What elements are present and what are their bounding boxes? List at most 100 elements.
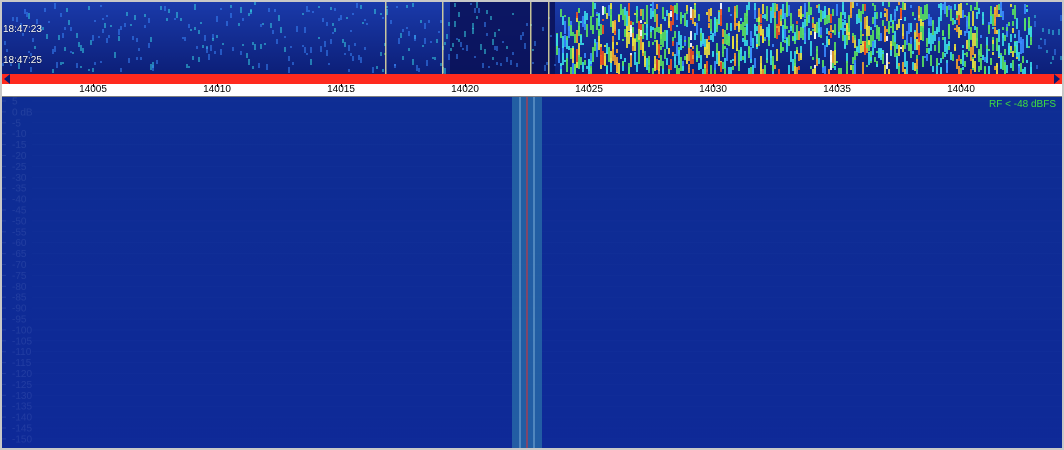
waterfall-cell [206,47,208,53]
waterfall-cell [454,21,456,27]
waterfall-cell [288,56,290,61]
waterfall-cell [800,27,802,38]
waterfall-cell [706,12,708,15]
waterfall-cell [758,33,760,46]
waterfall-cell [456,54,458,59]
waterfall-cell [658,60,660,71]
frequency-axis[interactable]: 14005 14010 14015 14020 14025 14030 1403… [2,84,1062,97]
waterfall-cell [992,14,994,26]
waterfall-cell [524,43,526,49]
waterfall-cell [670,21,672,31]
waterfall-cell [960,30,962,35]
waterfall-cell [784,40,786,43]
waterfall-cell [930,46,932,51]
waterfall-cell [900,47,902,49]
waterfall-cell [796,67,798,74]
waterfall-cell [762,15,764,18]
waterfall-cell [916,59,918,69]
waterfall-cell [64,27,66,30]
scroll-left-arrow-icon[interactable] [4,74,10,84]
waterfall-cell [62,62,64,64]
waterfall-cell [838,20,840,34]
waterfall-cell [448,54,450,60]
waterfall-cell [566,58,568,72]
waterfall-cell [262,23,264,25]
waterfall-cell [838,32,840,38]
waterfall-display[interactable]: 18:47:23 18:47:25 [2,2,1062,74]
waterfall-cell [958,55,960,61]
waterfall-cell [1010,34,1012,42]
waterfall-cell [304,47,306,53]
waterfall-cell [776,26,778,28]
waterfall-cell [796,21,798,24]
waterfall-cell [940,58,942,63]
waterfall-cell [216,16,218,22]
waterfall-cell [960,3,962,18]
spectrum-canvas: 50 dB-5-10-15-20-25-30-35-40-45-50-55-60… [2,97,1062,448]
waterfall-cell [914,30,916,32]
waterfall-cell [428,20,430,23]
waterfall-cell [406,27,408,29]
waterfall-cell [1008,46,1010,55]
waterfall-cell [680,35,682,40]
waterfall-cell [942,4,944,10]
waterfall-cell [1034,15,1036,18]
waterfall-cell [964,31,966,36]
scroll-right-arrow-icon[interactable] [1054,74,1060,84]
waterfall-cell [542,27,544,31]
waterfall-cell [722,52,724,57]
waterfall-cell [618,63,620,74]
waterfall-cell [666,10,668,16]
waterfall-cell [642,42,644,53]
waterfall-cell [634,52,636,54]
waterfall-cell [682,46,684,48]
waterfall-cell [412,3,414,7]
waterfall-cell [582,62,584,69]
waterfall-cell [1006,27,1008,31]
waterfall-cell [302,45,304,47]
waterfall-cell [816,5,818,8]
waterfall-cell [550,35,552,37]
waterfall-cell [360,5,362,9]
waterfall-cell [880,12,882,18]
waterfall-cell [280,27,282,33]
waterfall-cell [734,12,736,27]
waterfall-cell [306,53,308,55]
waterfall-cell [402,29,404,32]
waterfall-cell [742,38,744,42]
frequency-scroll-bar[interactable] [2,74,1062,84]
waterfall-cell [870,57,872,61]
waterfall-cell [954,4,956,10]
waterfall-cell [782,4,784,19]
waterfall-cell [902,2,904,10]
waterfall-cell [756,18,758,22]
waterfall-cell [612,49,614,57]
waterfall-cell [902,62,904,72]
waterfall-cell [720,62,722,72]
waterfall-cell [738,24,740,29]
waterfall-cell [870,27,872,30]
waterfall-cell [634,53,636,65]
waterfall-cell [620,4,622,15]
waterfall-cell [830,33,832,38]
waterfall-cell [962,10,964,18]
waterfall-cell [924,56,926,58]
waterfall-cell [946,63,948,73]
waterfall-cell [630,25,632,33]
waterfall-cell [764,14,766,19]
waterfall-cell [214,51,216,54]
waterfall-cell [652,42,654,45]
waterfall-cell [488,66,490,68]
waterfall-cell [834,50,836,65]
waterfall-cell [1006,65,1008,73]
waterfall-cell [918,33,920,42]
waterfall-cell [624,15,626,26]
waterfall-cell [582,43,584,45]
waterfall-cell [852,2,854,8]
waterfall-cell [952,20,954,25]
waterfall-cell [492,39,494,45]
waterfall-cell [416,65,418,71]
waterfall-cell [860,45,862,53]
spectrum-display[interactable]: 50 dB-5-10-15-20-25-30-35-40-45-50-55-60… [2,97,1062,448]
waterfall-cell [1004,62,1006,74]
